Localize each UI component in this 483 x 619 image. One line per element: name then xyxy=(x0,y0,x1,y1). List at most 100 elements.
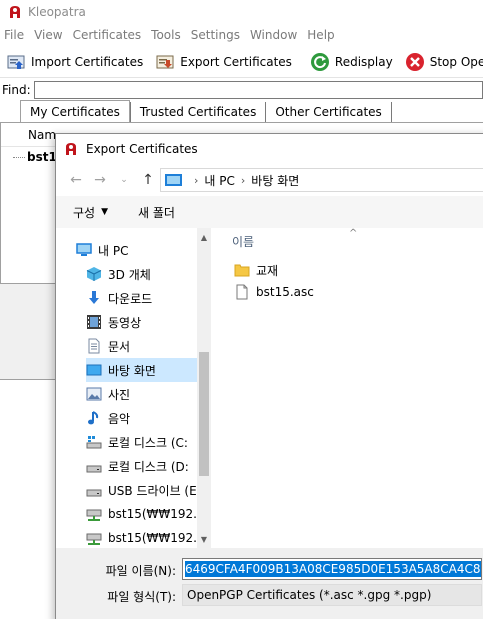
recent-locations-chevron-icon[interactable]: ⌄ xyxy=(112,168,136,192)
organize-button[interactable]: 구성 ▼ xyxy=(73,204,108,221)
filename-input[interactable]: 6469CFA4F009B13A08CE985D0E153A5A8CA4C83E xyxy=(182,558,482,580)
tree-item-label: 동영상 xyxy=(108,315,142,330)
import-icon xyxy=(7,55,25,69)
export-dialog: Export Certificates ← → ⌄ ↑ › 내 PC › 바탕 … xyxy=(55,133,483,619)
tree-item-label: 바탕 화면 xyxy=(108,363,156,378)
document-icon xyxy=(88,338,100,354)
forward-arrow-icon[interactable]: → xyxy=(88,168,112,192)
tree-item-desktop[interactable]: 바탕 화면 xyxy=(86,358,197,382)
details-pane xyxy=(0,283,60,379)
filetype-value: OpenPGP Certificates (*.asc *.gpg *.pgp) xyxy=(187,588,432,602)
tree-item-3d-objects[interactable]: 3D 개체 xyxy=(86,262,211,286)
drive-d-icon xyxy=(86,465,102,473)
menu-view[interactable]: View xyxy=(34,28,62,42)
filename-value: 6469CFA4F009B13A08CE985D0E153A5A8CA4C83E xyxy=(185,561,481,577)
tree-connector xyxy=(13,156,25,158)
menu-help[interactable]: Help xyxy=(307,28,334,42)
scrollbar-thumb[interactable] xyxy=(199,352,209,476)
chevron-down-icon: ▼ xyxy=(101,207,109,217)
tab-trusted-certificates[interactable]: Trusted Certificates xyxy=(129,102,265,122)
video-icon xyxy=(87,315,101,329)
tree-item-label: bst15(₩₩192.16 xyxy=(108,507,211,521)
address-bar[interactable]: › 내 PC › 바탕 화면 xyxy=(160,168,483,192)
tree-item-videos[interactable]: 동영상 xyxy=(86,310,211,334)
main-toolbar: Import Certificates Export Certificates … xyxy=(0,46,483,78)
sort-ascending-icon: ^ xyxy=(349,228,358,239)
menu-file[interactable]: File xyxy=(4,28,24,42)
drive-c-icon xyxy=(86,436,102,449)
tree-item-local-disk-d[interactable]: 로컬 디스크 (D: xyxy=(86,454,211,478)
export-label: Export Certificates xyxy=(180,54,292,69)
usb-drive-icon xyxy=(86,489,102,497)
import-label: Import Certificates xyxy=(31,54,144,69)
navigation-scrollbar[interactable]: ▲ ▼ xyxy=(197,228,211,548)
breadcrumb-root[interactable]: 내 PC xyxy=(204,172,234,189)
find-bar: Find: xyxy=(0,79,483,101)
export-icon xyxy=(156,55,174,68)
kleopatra-titlebar: Kleopatra xyxy=(0,0,483,24)
breadcrumb-current[interactable]: 바탕 화면 xyxy=(251,172,299,189)
download-icon xyxy=(89,291,99,304)
tree-item-pictures[interactable]: 사진 xyxy=(86,382,211,406)
organize-label: 구성 xyxy=(73,205,96,220)
tree-item-local-disk-c[interactable]: 로컬 디스크 (C: xyxy=(86,430,211,454)
network-drive-icon xyxy=(86,533,102,545)
new-folder-label: 새 폴더 xyxy=(138,205,175,220)
tree-item-label: 다운로드 xyxy=(108,291,153,306)
file-item-file[interactable]: bst15.asc xyxy=(234,282,314,302)
menu-certificates[interactable]: Certificates xyxy=(73,28,142,42)
tree-item-label: 문서 xyxy=(108,339,131,354)
find-input[interactable] xyxy=(34,81,483,99)
file-icon xyxy=(236,284,248,300)
column-header-name[interactable]: Nam xyxy=(28,128,56,142)
tab-my-certificates[interactable]: My Certificates xyxy=(20,100,130,122)
find-label: Find: xyxy=(2,83,31,97)
tree-item-network-drive[interactable]: bst15(₩₩192.16 xyxy=(86,526,211,548)
new-folder-button[interactable]: 새 폴더 xyxy=(138,204,175,221)
tree-item-this-pc[interactable]: 내 PC xyxy=(76,238,211,262)
file-list[interactable]: 이름 ^ 교재 bst15.asc xyxy=(226,228,483,548)
tree-item-documents[interactable]: 문서 xyxy=(86,334,211,358)
redisplay-icon xyxy=(310,52,329,71)
up-arrow-icon[interactable]: ↑ xyxy=(136,168,160,192)
scroll-down-icon[interactable]: ▼ xyxy=(197,532,211,546)
menu-tools[interactable]: Tools xyxy=(151,28,181,42)
column-header-name[interactable]: 이름 xyxy=(232,233,254,250)
export-certificates-button[interactable]: Export Certificates xyxy=(149,49,298,75)
tree-item-usb-drive[interactable]: USB 드라이브 (E xyxy=(86,478,211,502)
command-bar: 구성 ▼ 새 폴더 xyxy=(56,196,483,228)
file-item-label: bst15.asc xyxy=(256,285,314,299)
music-icon xyxy=(88,411,99,425)
tree-item-network-drive[interactable]: bst15(₩₩192.16 xyxy=(86,502,211,526)
menu-bar: File View Certificates Tools Settings Wi… xyxy=(0,24,483,46)
tab-other-certificates[interactable]: Other Certificates xyxy=(265,102,392,122)
filename-label: 파일 이름(N): xyxy=(105,564,176,578)
pc-icon xyxy=(76,243,92,256)
certificate-tabs: My Certificates Trusted Certificates Oth… xyxy=(0,100,483,123)
tree-item-downloads[interactable]: 다운로드 xyxy=(86,286,211,310)
navigation-bar: ← → ⌄ ↑ › 내 PC › 바탕 화면 xyxy=(56,164,483,196)
filetype-select[interactable]: OpenPGP Certificates (*.asc *.gpg *.pgp) xyxy=(182,584,482,606)
folder-icon xyxy=(234,264,250,277)
stop-icon xyxy=(405,52,424,71)
filetype-label: 파일 형식(T): xyxy=(107,590,176,604)
menu-window[interactable]: Window xyxy=(250,28,297,42)
breadcrumb-separator: › xyxy=(240,173,246,187)
dialog-titlebar: Export Certificates xyxy=(56,134,483,164)
stop-operation-button[interactable]: Stop Opera xyxy=(399,49,483,75)
tree-item-label: 내 PC xyxy=(98,243,129,258)
picture-icon xyxy=(86,387,102,401)
stop-label: Stop Opera xyxy=(429,54,483,69)
window-title: Kleopatra xyxy=(28,5,86,19)
import-certificates-button[interactable]: Import Certificates xyxy=(0,49,149,75)
back-arrow-icon[interactable]: ← xyxy=(64,168,88,192)
file-item-folder[interactable]: 교재 xyxy=(234,260,278,280)
tree-item-label: 로컬 디스크 (D: xyxy=(108,459,189,474)
menu-settings[interactable]: Settings xyxy=(191,28,240,42)
scroll-up-icon[interactable]: ▲ xyxy=(197,230,211,244)
navigation-pane[interactable]: 내 PC 3D 개체 다운로드 동영상 문서 바탕 화면 사진 음악 로컬 디스… xyxy=(56,228,211,548)
tree-item-label: bst15(₩₩192.16 xyxy=(108,531,211,545)
redisplay-button[interactable]: Redisplay xyxy=(304,49,399,75)
tree-item-music[interactable]: 음악 xyxy=(86,406,211,430)
tree-item-label: 로컬 디스크 (C: xyxy=(108,435,188,450)
